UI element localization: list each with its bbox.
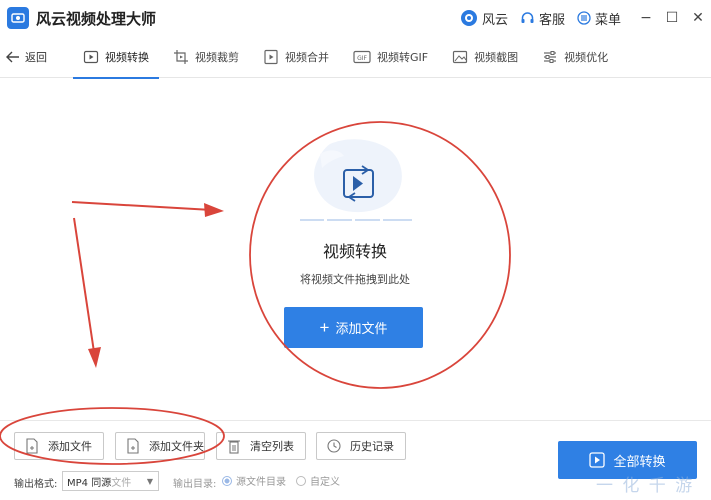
radio-custom-dir[interactable]: 自定义 (296, 473, 340, 488)
history-label: 历史记录 (350, 440, 394, 453)
customer-service-label: 客服 (538, 12, 565, 28)
crop-icon (174, 49, 188, 64)
video-convert-illustration (300, 139, 412, 221)
clear-list-label: 清空列表 (250, 440, 294, 453)
merge-icon (264, 49, 278, 64)
add-file-bottom-label: 添加文件 (48, 440, 92, 453)
tab-label: 视频裁剪 (195, 50, 239, 64)
add-folder-button[interactable]: 添加文件夹 (115, 432, 205, 460)
play-icon (589, 452, 606, 468)
app-title: 风云视频处理大师 (36, 9, 157, 28)
radio-checked-icon (222, 475, 232, 486)
gif-icon: GIF (353, 50, 371, 63)
add-folder-label: 添加文件夹 (149, 440, 204, 453)
brand-logo-icon (460, 10, 477, 26)
menu-button[interactable]: 菜单 (577, 9, 621, 28)
dropzone-title: 视频转换 (322, 242, 387, 261)
menu-label: 菜单 (594, 12, 621, 28)
add-file-label: 添加文件 (335, 321, 388, 336)
annotation-arrow-right (71, 201, 213, 211)
maximize-button[interactable]: ☐ (659, 0, 685, 36)
tab-video-optimize[interactable]: 视频优化 (532, 36, 618, 78)
tab-label: 视频合并 (285, 50, 329, 64)
file-add-icon (26, 438, 38, 454)
title-bar: 风云视频处理大师 风云 客服 菜单 − ☐ ✕ (0, 0, 711, 36)
tab-label: 视频转换 (105, 50, 149, 64)
radio-source-dir[interactable]: 源文件目录 (222, 473, 286, 488)
clear-list-button[interactable]: 清空列表 (216, 432, 306, 460)
tab-video-crop[interactable]: 视频裁剪 (163, 36, 249, 78)
add-file-bottom-button[interactable]: 添加文件 (14, 432, 104, 460)
add-file-button[interactable]: + 添加文件 (284, 307, 423, 348)
back-label: 返回 (25, 50, 47, 64)
tab-video-merge[interactable]: 视频合并 (253, 36, 339, 78)
radio-unchecked-icon (296, 475, 306, 486)
svg-text:GIF: GIF (357, 55, 367, 62)
annotation-arrowhead-right (204, 203, 224, 217)
output-dir-label: 输出目录: (173, 479, 217, 490)
clock-icon (327, 439, 341, 453)
screenshot-icon (453, 50, 468, 63)
customer-service-button[interactable]: 客服 (520, 9, 565, 28)
tab-label: 视频优化 (564, 50, 609, 64)
feature-tab-bar: 返回 视频转换 视频裁剪 视频合并 GIF 视频转GIF 视频截图 视频优化 (0, 36, 711, 79)
folder-add-icon (127, 438, 139, 454)
watermark-text: 一 化 千 游 (596, 476, 695, 496)
optimize-icon (544, 50, 557, 63)
dropzone-hint: 将视频文件拖拽到此处 (300, 273, 410, 286)
output-format-value: MP4 同源 (67, 477, 112, 489)
output-format-label: 输出格式: (14, 479, 58, 490)
convert-all-label: 全部转换 (613, 453, 666, 469)
annotation-arrowhead-down (88, 347, 101, 368)
tab-video-to-gif[interactable]: GIF 视频转GIF (343, 36, 438, 78)
tab-label: 视频转GIF (377, 50, 429, 64)
annotation-arrow-down (73, 217, 95, 353)
app-logo-icon (7, 7, 29, 29)
arrow-left-icon (6, 51, 19, 62)
plus-icon: + (319, 318, 330, 337)
history-button[interactable]: 历史记录 (316, 432, 406, 460)
tab-video-convert[interactable]: 视频转换 (73, 36, 159, 79)
trash-icon (228, 440, 240, 454)
radio-source-label: 源文件目录 (236, 477, 286, 488)
bottom-bar: 添加文件 添加文件夹 清空列表 历史记录 输出格式: MP4 同源 文件 ▼ 输出… (0, 420, 711, 500)
close-button[interactable]: ✕ (685, 0, 711, 36)
menu-icon (577, 11, 591, 25)
minimize-button[interactable]: − (633, 0, 659, 36)
headset-icon (521, 11, 534, 23)
tab-video-screenshot[interactable]: 视频截图 (442, 36, 528, 78)
output-format-select[interactable]: MP4 同源 文件 ▼ (62, 471, 159, 491)
brand-label: 风云 (481, 12, 508, 28)
chevron-down-icon: ▼ (146, 477, 153, 486)
radio-custom-label: 自定义 (310, 477, 340, 488)
brand-button[interactable]: 风云 (460, 9, 508, 28)
convert-icon (83, 50, 99, 63)
tab-label: 视频截图 (474, 50, 519, 64)
back-button[interactable]: 返回 (6, 49, 47, 65)
output-format-faded: 文件 (111, 477, 132, 489)
